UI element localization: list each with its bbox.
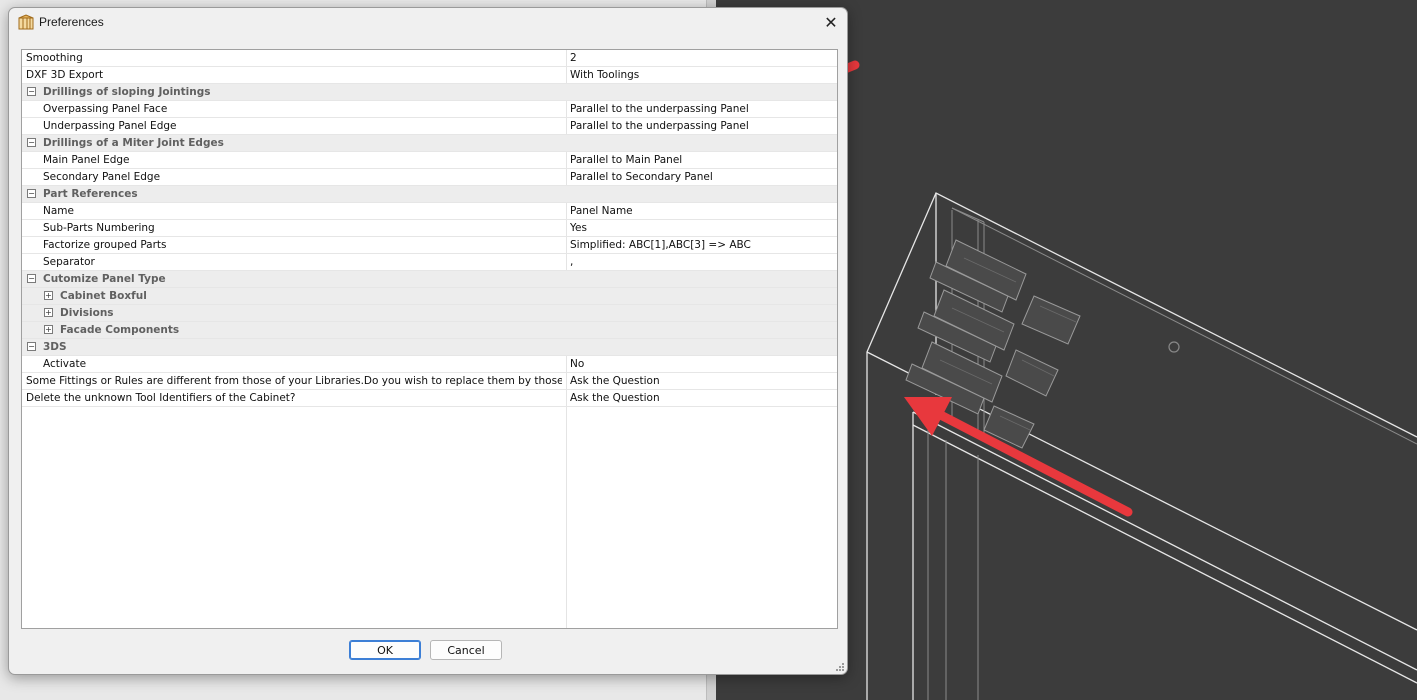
category-label: Drillings of a Miter Joint Edges [43,137,224,149]
property-row[interactable]: Secondary Panel Edge Parallel to Secondar… [22,169,837,186]
preferences-app-icon [18,14,34,30]
property-name: Activate [43,358,87,370]
property-grid[interactable]: Smoothing 2 DXF 3D Export With Toolings − Dri… [21,49,838,629]
property-name: Delete the unknown Tool Identifiers of t… [26,392,296,404]
property-value[interactable]: Parallel to the underpassing Panel [570,103,749,115]
property-value[interactable]: Panel Name [570,205,633,217]
title-bar[interactable]: Preferences ✕ [9,8,847,38]
expand-icon[interactable]: + [44,325,53,334]
property-row[interactable]: Activate No [22,356,837,373]
category-row[interactable]: − Drillings of a Miter Joint Edges [22,135,837,152]
category-label: Cabinet Boxful [60,290,147,302]
close-icon: ✕ [824,13,838,32]
property-row[interactable]: Some Fittings or Rules are different fro… [22,373,837,390]
property-name: Secondary Panel Edge [43,171,161,183]
resize-grip-icon[interactable] [835,662,845,672]
category-row[interactable]: + Facade Components [22,322,837,339]
category-row[interactable]: + Cabinet Boxful [22,288,837,305]
property-name: Main Panel Edge [43,154,130,166]
property-value[interactable]: Parallel to Main Panel [570,154,682,166]
property-value[interactable]: , [570,256,573,268]
property-name: Underpassing Panel Edge [43,120,177,132]
property-row[interactable]: Smoothing 2 [22,50,837,67]
property-row[interactable]: Main Panel Edge Parallel to Main Panel [22,152,837,169]
category-label: Cutomize Panel Type [43,273,166,285]
category-row[interactable]: + Divisions [22,305,837,322]
close-button[interactable]: ✕ [815,10,847,36]
arrow-annotation [904,397,1133,517]
collapse-icon[interactable]: − [27,274,36,283]
cancel-button[interactable]: Cancel [430,640,502,660]
property-name: Factorize grouped Parts [43,239,167,251]
property-row[interactable]: Separator, [22,254,837,271]
category-label: Divisions [60,307,114,319]
property-value[interactable]: Ask the Question [570,375,660,387]
dialog-title: Preferences [39,15,104,29]
collapse-icon[interactable]: − [27,87,36,96]
expand-icon[interactable]: + [44,308,53,317]
collapse-icon[interactable]: − [27,342,36,351]
property-value[interactable]: Parallel to the underpassing Panel [570,120,749,132]
property-value[interactable]: Simplified: ABC[1],ABC[3] => ABC [570,239,751,251]
property-row[interactable]: Sub-Parts Numbering Yes [22,220,837,237]
property-value[interactable]: 2 [570,52,577,64]
category-label: 3DS [43,341,67,353]
property-row[interactable]: Delete the unknown Tool Identifiers of t… [22,390,837,407]
property-name: Smoothing [26,52,83,64]
preferences-dialog: Preferences ✕ Smoothing 2 DXF 3D Export Wit… [8,7,848,675]
property-value[interactable]: Yes [570,222,587,234]
property-value[interactable]: Parallel to Secondary Panel [570,171,713,183]
expand-icon[interactable]: + [44,291,53,300]
category-label: Facade Components [60,324,180,336]
property-row[interactable]: DXF 3D Export With Toolings [22,67,837,84]
ok-button[interactable]: OK [349,640,421,660]
property-value[interactable]: Ask the Question [570,392,660,404]
collapse-icon[interactable]: − [27,189,36,198]
property-name: Separator [43,256,95,268]
property-name: DXF 3D Export [26,69,104,81]
property-value[interactable]: With Toolings [570,69,639,81]
property-row[interactable]: Underpassing Panel Edge Parallel to the u… [22,118,837,135]
category-row[interactable]: − Part References [22,186,837,203]
category-label: Drillings of sloping Jointings [43,86,211,98]
property-name: Some Fittings or Rules are different fro… [26,375,562,387]
property-name: Name [43,205,74,217]
property-row[interactable]: Overpassing Panel Face Parallel to the un… [22,101,837,118]
property-value[interactable]: No [570,358,584,370]
collapse-icon[interactable]: − [27,138,36,147]
category-row[interactable]: − Drillings of sloping Jointings [22,84,837,101]
category-row[interactable]: − Cutomize Panel Type [22,271,837,288]
property-row[interactable]: Factorize grouped Parts Simplified: ABC[1… [22,237,837,254]
property-name: Sub-Parts Numbering [43,222,155,234]
category-row[interactable]: −3DS [22,339,837,356]
property-row[interactable]: Name Panel Name [22,203,837,220]
property-name: Overpassing Panel Face [43,103,168,115]
category-label: Part References [43,188,138,200]
